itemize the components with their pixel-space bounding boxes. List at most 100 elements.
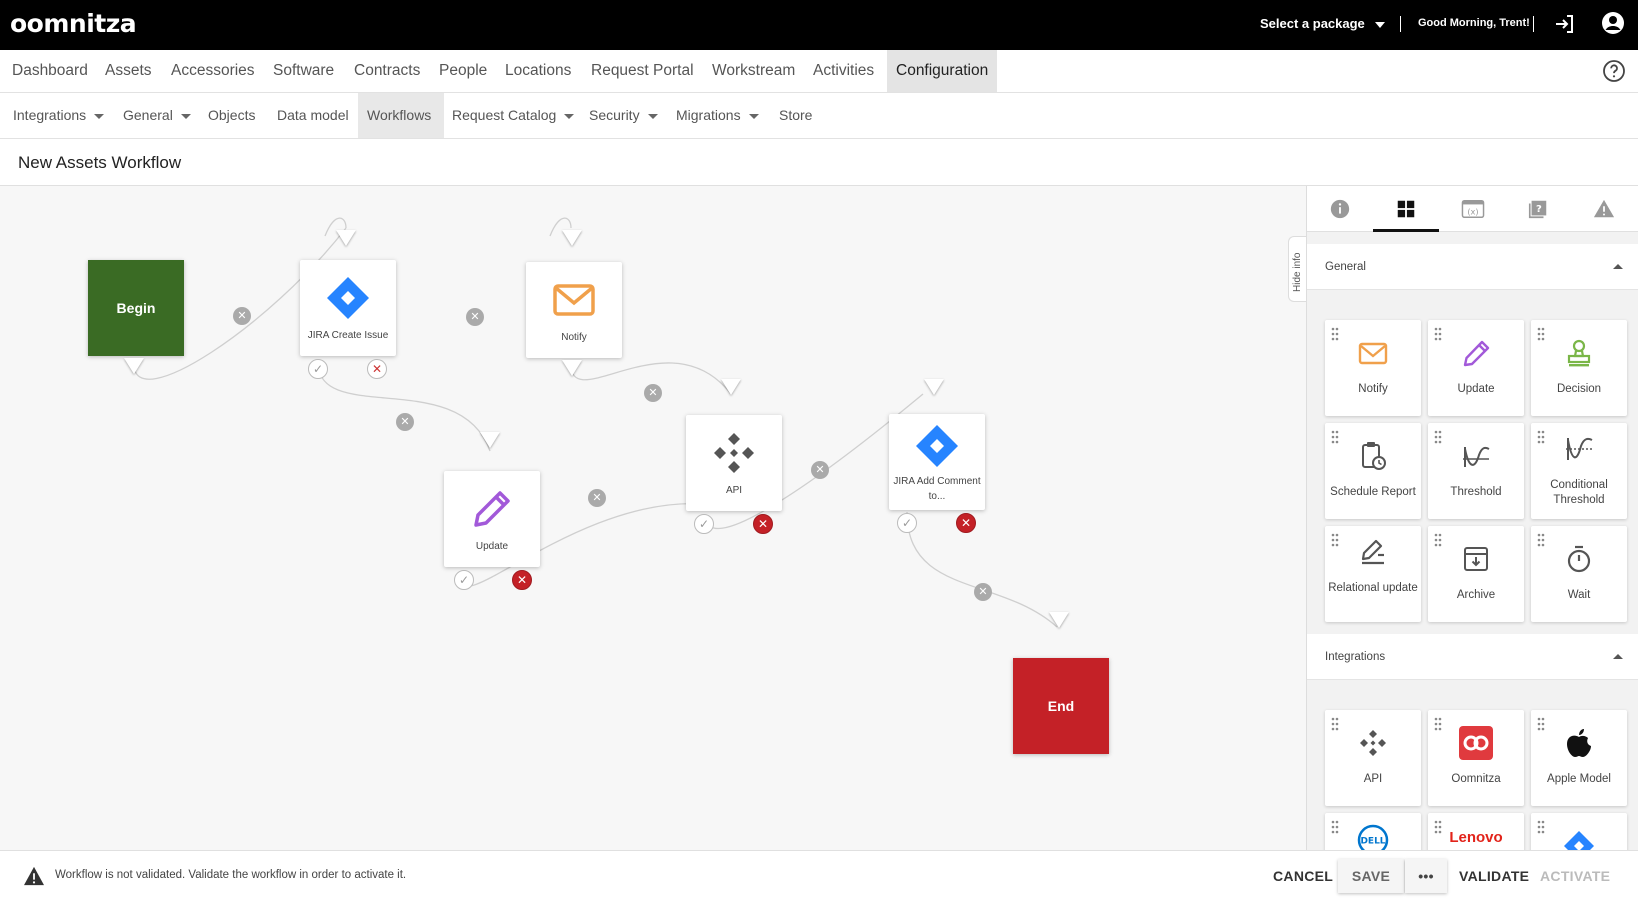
block-notify[interactable]: Notify <box>1325 320 1421 416</box>
delete-connection-button[interactable]: ✕ <box>974 583 992 601</box>
output-port[interactable] <box>562 360 582 376</box>
block-oomnitza[interactable]: Oomnitza <box>1428 710 1524 806</box>
input-port[interactable] <box>1049 612 1069 628</box>
more-options-button[interactable]: ••• <box>1405 859 1447 893</box>
drag-handle-icon[interactable] <box>1434 430 1442 444</box>
block-schedule-report[interactable]: Schedule Report <box>1325 423 1421 519</box>
main-nav: Dashboard Assets Accessories Software Co… <box>0 50 1638 93</box>
block-update[interactable]: Update <box>1428 320 1524 416</box>
failure-port[interactable]: ✕ <box>367 359 387 379</box>
save-button[interactable]: SAVE <box>1338 859 1404 893</box>
drag-handle-icon[interactable] <box>1434 717 1442 731</box>
failure-port[interactable]: ✕ <box>956 513 976 533</box>
end-block[interactable]: End <box>1013 658 1109 754</box>
help-icon[interactable] <box>1602 59 1626 83</box>
block-relational-update[interactable]: Relational update <box>1325 526 1421 622</box>
nav-assets[interactable]: Assets <box>96 50 161 92</box>
nav-contracts[interactable]: Contracts <box>345 50 429 92</box>
block-archive[interactable]: Archive <box>1428 526 1524 622</box>
subnav-security[interactable]: Security <box>580 93 667 138</box>
success-port[interactable]: ✓ <box>308 359 328 379</box>
drag-handle-icon[interactable] <box>1537 717 1545 731</box>
block-decision[interactable]: Decision <box>1531 320 1627 416</box>
drag-handle-icon[interactable] <box>1331 327 1339 341</box>
block-lenovo[interactable]: Lenovo <box>1428 813 1524 850</box>
cancel-button[interactable]: CANCEL <box>1263 859 1343 893</box>
drag-handle-icon[interactable] <box>1537 820 1545 834</box>
block-jira[interactable] <box>1531 813 1627 850</box>
delete-connection-button[interactable]: ✕ <box>588 489 606 507</box>
subnav-request-catalog[interactable]: Request Catalog <box>443 93 583 138</box>
subnav-integrations[interactable]: Integrations <box>4 93 113 138</box>
drag-handle-icon[interactable] <box>1434 533 1442 547</box>
input-port[interactable] <box>480 432 500 448</box>
subnav-data-model[interactable]: Data model <box>268 93 358 138</box>
input-port[interactable] <box>721 379 741 395</box>
logout-icon[interactable] <box>1553 12 1577 36</box>
block-threshold[interactable]: Threshold <box>1428 423 1524 519</box>
delete-connection-button[interactable]: ✕ <box>233 307 251 325</box>
subnav-store[interactable]: Store <box>770 93 821 138</box>
oomnitza-logo[interactable]: oomnitza <box>10 9 137 38</box>
delete-connection-button[interactable]: ✕ <box>466 308 484 326</box>
tab-info[interactable] <box>1307 186 1373 232</box>
nav-request-portal[interactable]: Request Portal <box>582 50 703 92</box>
node-update[interactable]: Update <box>444 471 540 567</box>
nav-accessories[interactable]: Accessories <box>162 50 264 92</box>
success-port[interactable]: ✓ <box>897 513 917 533</box>
drag-handle-icon[interactable] <box>1434 327 1442 341</box>
output-port[interactable] <box>124 358 144 374</box>
nav-software[interactable]: Software <box>264 50 343 92</box>
failure-port[interactable]: ✕ <box>512 570 532 590</box>
block-dell[interactable]: DELL <box>1325 813 1421 850</box>
drag-handle-icon[interactable] <box>1331 533 1339 547</box>
nav-dashboard[interactable]: Dashboard <box>3 50 97 92</box>
block-api[interactable]: API <box>1325 710 1421 806</box>
block-wait[interactable]: Wait <box>1531 526 1627 622</box>
subnav-objects[interactable]: Objects <box>199 93 264 138</box>
tab-help[interactable]: ? <box>1505 186 1571 232</box>
nav-configuration[interactable]: Configuration <box>887 50 997 92</box>
package-select[interactable]: Select a package <box>1260 16 1385 31</box>
nav-people[interactable]: People <box>430 50 496 92</box>
node-jira-create-issue[interactable]: JIRA Create Issue <box>300 260 396 356</box>
failure-port[interactable]: ✕ <box>753 514 773 534</box>
tab-warnings[interactable] <box>1571 186 1637 232</box>
general-section-header[interactable]: General <box>1307 244 1638 290</box>
subnav-workflows[interactable]: Workflows <box>358 93 444 138</box>
delete-connection-button[interactable]: ✕ <box>644 384 662 402</box>
delete-connection-button[interactable]: ✕ <box>811 461 829 479</box>
nav-activities[interactable]: Activities <box>804 50 883 92</box>
nav-locations[interactable]: Locations <box>496 50 580 92</box>
nav-workstream[interactable]: Workstream <box>703 50 804 92</box>
account-icon[interactable] <box>1601 11 1625 35</box>
block-conditional-threshold[interactable]: Conditional Threshold <box>1531 423 1627 519</box>
node-api[interactable]: API <box>686 415 782 511</box>
tab-variables[interactable]: (x) <box>1439 186 1505 232</box>
drag-handle-icon[interactable] <box>1537 327 1545 341</box>
drag-handle-icon[interactable] <box>1331 430 1339 444</box>
delete-connection-button[interactable]: ✕ <box>396 413 414 431</box>
node-jira-add-comment[interactable]: JIRA Add Comment to... <box>889 414 985 510</box>
hide-info-toggle[interactable]: Hide info <box>1288 236 1308 302</box>
success-port[interactable]: ✓ <box>694 514 714 534</box>
begin-block[interactable]: Begin <box>88 260 184 356</box>
input-port[interactable] <box>562 230 582 246</box>
mail-icon <box>1358 342 1388 365</box>
drag-handle-icon[interactable] <box>1537 533 1545 547</box>
validate-button[interactable]: VALIDATE <box>1449 859 1539 893</box>
tab-blocks[interactable] <box>1373 186 1439 232</box>
subnav-general[interactable]: General <box>114 93 200 138</box>
subnav-migrations[interactable]: Migrations <box>667 93 768 138</box>
drag-handle-icon[interactable] <box>1331 820 1339 834</box>
block-apple-model[interactable]: Apple Model <box>1531 710 1627 806</box>
input-port[interactable] <box>336 230 356 246</box>
workflow-canvas[interactable]: Begin JIRA Create Issue ✓ ✕ Notify Updat… <box>0 186 1307 850</box>
input-port[interactable] <box>924 379 944 395</box>
integrations-section-header[interactable]: Integrations <box>1307 634 1638 680</box>
node-notify[interactable]: Notify <box>526 262 622 358</box>
drag-handle-icon[interactable] <box>1331 717 1339 731</box>
activate-button[interactable]: ACTIVATE <box>1530 859 1620 893</box>
success-port[interactable]: ✓ <box>454 570 474 590</box>
drag-handle-icon[interactable] <box>1537 430 1545 444</box>
